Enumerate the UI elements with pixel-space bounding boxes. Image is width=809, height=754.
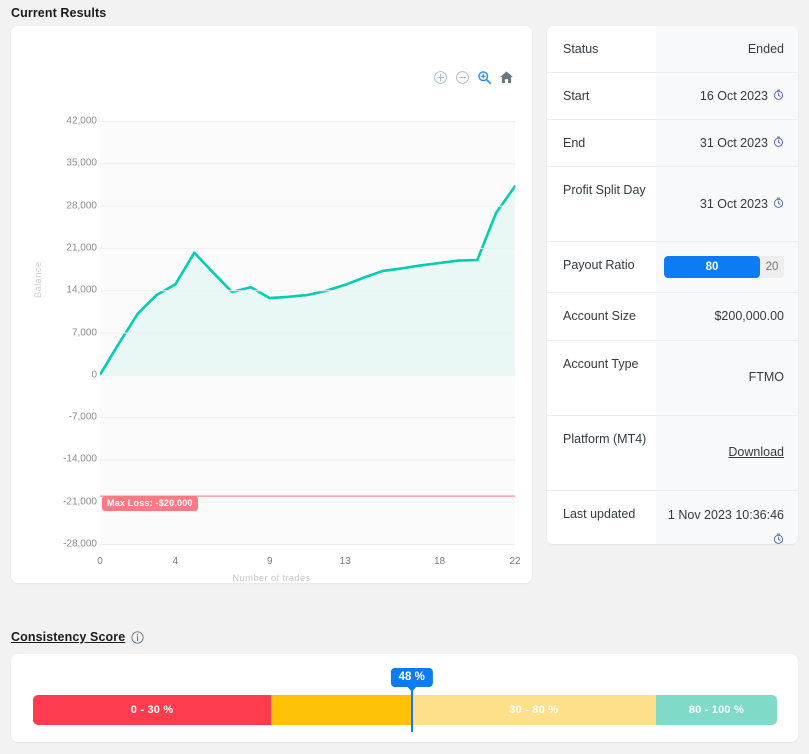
- info-row-label: Account Size: [547, 293, 656, 340]
- consistency-marker-line: [410, 688, 413, 732]
- table-row: Account Type FTMO: [547, 340, 798, 416]
- payout-ratio-bar: 80 20: [664, 256, 784, 279]
- info-row-label: Payout Ratio: [547, 242, 656, 293]
- info-value-text: 31 Oct 2023: [699, 197, 768, 212]
- table-row: Payout Ratio 80 20: [547, 242, 798, 294]
- consistency-segment: 80 - 100 %: [655, 695, 777, 725]
- info-row-label: Account Type: [547, 340, 656, 415]
- x-axis-title: Number of trades: [232, 573, 311, 584]
- table-row: Profit Split Day 31 Oct 2023: [547, 167, 798, 243]
- info-row-value: 1 Nov 2023 10:36:46: [656, 490, 798, 544]
- info-value-text: 1 Nov 2023 10:36:46: [667, 507, 784, 522]
- page-title: Current Results: [11, 6, 107, 20]
- x-axis-tick: 22: [509, 556, 521, 567]
- y-axis-tick: -14,000: [63, 453, 97, 465]
- x-axis-tick: 4: [172, 556, 179, 567]
- table-row: Status Ended: [547, 26, 798, 74]
- consistency-segment: [271, 695, 412, 725]
- payout-ratio-remainder: 20: [765, 261, 779, 274]
- consistency-heading: Consistency Score: [11, 630, 144, 644]
- info-value-text: 31 Oct 2023: [699, 136, 768, 151]
- plot-area: [100, 121, 515, 544]
- y-axis-tick: -21,000: [63, 496, 97, 508]
- info-row-label: Profit Split Day: [547, 167, 656, 242]
- max-loss-badge: Max Loss: -$20,000: [102, 496, 198, 511]
- info-row-value: $200,000.00: [656, 293, 798, 340]
- table-row: Account Size $200,000.00: [547, 293, 798, 341]
- info-value-text: Ended: [747, 42, 784, 56]
- info-row-value: 31 Oct 2023: [656, 120, 798, 167]
- y-axis-tick: 0: [91, 369, 97, 381]
- x-axis-tick: 18: [433, 556, 446, 567]
- x-axis-tick: 13: [339, 556, 351, 567]
- account-info-table: Status Ended Start 16 Oct 2023 End 31 Oct 202…: [547, 26, 798, 544]
- clock-icon: [773, 195, 784, 213]
- table-row: Platform (MT4) Download: [547, 415, 798, 491]
- y-axis-tick: -7,000: [68, 411, 97, 423]
- x-axis-tick: 0: [97, 556, 103, 567]
- consistency-segment: 30 - 80 %: [411, 695, 656, 725]
- balance-chart-card: Balance 42,000 35,000 28,000 21,000 14,000 7,…: [11, 26, 532, 585]
- consistency-bar: 0 - 30 % 30 - 80 % 80 - 100 %: [33, 695, 777, 725]
- info-value-text: $200,000.00: [714, 309, 784, 324]
- info-row-value: FTMO: [656, 340, 798, 415]
- chart-plot-wrapper: Balance 42,000 35,000 28,000 21,000 14,000 7,…: [11, 26, 532, 585]
- info-row-label: Start: [547, 73, 656, 120]
- info-row-value: Ended: [656, 26, 798, 73]
- info-row-label: Status: [547, 26, 656, 73]
- consistency-score-card: 0 - 30 % 30 - 80 % 80 - 100 % 48 %: [11, 654, 798, 742]
- info-row-label: End: [547, 120, 656, 167]
- results-page: Current Results Balance 42,000 35,000 28…: [0, 0, 809, 754]
- y-axis-tick: 21,000: [66, 242, 97, 254]
- y-axis-tick: 7,000: [71, 327, 97, 338]
- info-row-value[interactable]: Download: [656, 415, 798, 490]
- y-axis-tick: 42,000: [66, 115, 97, 127]
- y-axis-tick: 28,000: [66, 200, 97, 212]
- clock-icon: [773, 134, 784, 152]
- y-axis-tick: -28,000: [63, 538, 97, 550]
- clock-icon: [773, 531, 784, 544]
- y-axis-tick: 14,000: [66, 284, 97, 296]
- y-axis-tick: 35,000: [66, 157, 97, 169]
- consistency-segment: 0 - 30 %: [33, 695, 272, 725]
- current-results-heading: Current Results: [11, 4, 106, 22]
- info-row-value: 31 Oct 2023: [656, 167, 798, 242]
- consistency-score-label: Consistency Score: [11, 630, 126, 644]
- x-axis-tick: 9: [266, 556, 273, 567]
- info-value-text: 16 Oct 2023: [699, 89, 768, 104]
- table-row: Start 16 Oct 2023: [547, 73, 798, 121]
- balance-series: [100, 185, 515, 377]
- table-row: Last updated 1 Nov 2023 10:36:46: [547, 490, 798, 544]
- clock-icon: [773, 87, 784, 105]
- download-link[interactable]: Download: [728, 443, 784, 461]
- info-row-value: 16 Oct 2023: [656, 73, 798, 120]
- info-value-text: FTMO: [748, 370, 784, 385]
- y-axis-ticks: 42,000 35,000 28,000 21,000 14,000 7,000 0 -7,0…: [35, 26, 97, 583]
- info-row-value: 80 20: [656, 242, 798, 293]
- info-row-label: Last updated: [547, 490, 656, 544]
- payout-ratio-fill: 80: [664, 256, 760, 279]
- consistency-score-badge: 48 %: [390, 668, 433, 687]
- info-icon[interactable]: [131, 630, 144, 644]
- table-row: End 31 Oct 2023: [547, 120, 798, 168]
- info-row-label: Platform (MT4): [547, 415, 656, 490]
